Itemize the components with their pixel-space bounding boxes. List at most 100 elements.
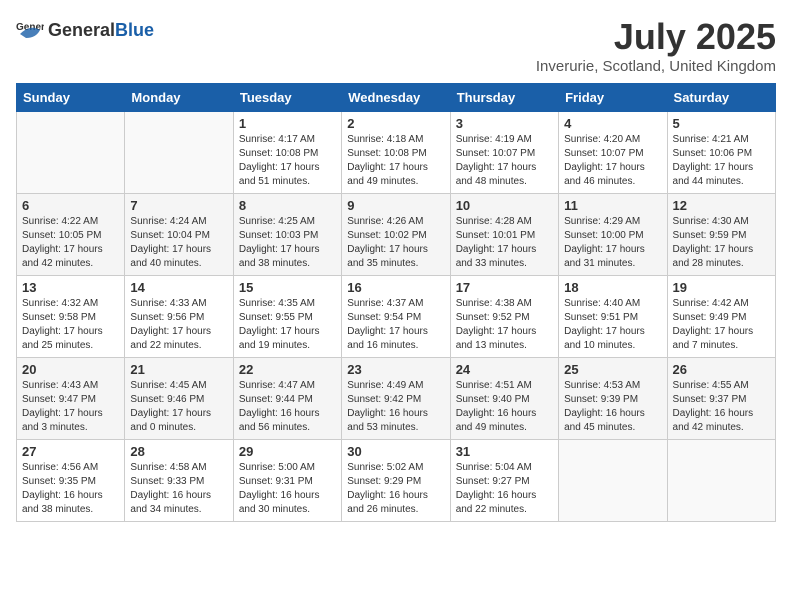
day-number: 27 xyxy=(22,444,119,459)
day-number: 24 xyxy=(456,362,553,377)
weekday-header-friday: Friday xyxy=(559,84,667,112)
day-info: Sunrise: 4:38 AM Sunset: 9:52 PM Dayligh… xyxy=(456,297,553,353)
day-number: 20 xyxy=(22,362,119,377)
day-info: Sunrise: 4:33 AM Sunset: 9:56 PM Dayligh… xyxy=(130,297,227,353)
day-number: 4 xyxy=(564,116,661,131)
calendar-cell: 29 Sunrise: 5:00 AM Sunset: 9:31 PM Dayli… xyxy=(233,440,341,522)
calendar-cell: 10 Sunrise: 4:28 AM Sunset: 10:01 PM Dayl… xyxy=(450,194,558,276)
day-info: Sunrise: 4:20 AM Sunset: 10:07 PM Daylig… xyxy=(564,133,661,189)
day-info: Sunrise: 5:00 AM Sunset: 9:31 PM Dayligh… xyxy=(239,461,336,517)
weekday-header-thursday: Thursday xyxy=(450,84,558,112)
day-info: Sunrise: 4:49 AM Sunset: 9:42 PM Dayligh… xyxy=(347,379,444,435)
calendar-cell: 8 Sunrise: 4:25 AM Sunset: 10:03 PM Dayli… xyxy=(233,194,341,276)
calendar-cell: 19 Sunrise: 4:42 AM Sunset: 9:49 PM Dayli… xyxy=(667,276,775,358)
day-number: 8 xyxy=(239,198,336,213)
weekday-header-saturday: Saturday xyxy=(667,84,775,112)
calendar-cell: 6 Sunrise: 4:22 AM Sunset: 10:05 PM Dayli… xyxy=(17,194,125,276)
day-info: Sunrise: 4:45 AM Sunset: 9:46 PM Dayligh… xyxy=(130,379,227,435)
day-number: 18 xyxy=(564,280,661,295)
day-number: 30 xyxy=(347,444,444,459)
logo-general: General xyxy=(48,20,115,40)
calendar-cell: 26 Sunrise: 4:55 AM Sunset: 9:37 PM Dayli… xyxy=(667,358,775,440)
logo-blue: Blue xyxy=(115,20,154,40)
calendar-cell: 22 Sunrise: 4:47 AM Sunset: 9:44 PM Dayli… xyxy=(233,358,341,440)
calendar-cell: 5Sunrise: 4:21 AM Sunset: 10:06 PM Dayli… xyxy=(667,112,775,194)
calendar-cell: 4 Sunrise: 4:20 AM Sunset: 10:07 PM Dayli… xyxy=(559,112,667,194)
location-title: Inverurie, Scotland, United Kingdom xyxy=(536,58,776,75)
day-info: Sunrise: 4:22 AM Sunset: 10:05 PM Daylig… xyxy=(22,215,119,271)
day-number: 3 xyxy=(456,116,553,131)
day-number: 17 xyxy=(456,280,553,295)
day-info: Sunrise: 4:43 AM Sunset: 9:47 PM Dayligh… xyxy=(22,379,119,435)
day-info: Sunrise: 4:56 AM Sunset: 9:35 PM Dayligh… xyxy=(22,461,119,517)
day-info: Sunrise: 4:40 AM Sunset: 9:51 PM Dayligh… xyxy=(564,297,661,353)
day-number: 22 xyxy=(239,362,336,377)
weekday-header-sunday: Sunday xyxy=(17,84,125,112)
day-number: 25 xyxy=(564,362,661,377)
calendar-cell xyxy=(667,440,775,522)
calendar-cell: 18 Sunrise: 4:40 AM Sunset: 9:51 PM Dayli… xyxy=(559,276,667,358)
day-number: 6 xyxy=(22,198,119,213)
day-number: 29 xyxy=(239,444,336,459)
day-number: 31 xyxy=(456,444,553,459)
weekday-header-tuesday: Tuesday xyxy=(233,84,341,112)
day-info: Sunrise: 4:21 AM Sunset: 10:06 PM Daylig… xyxy=(673,133,770,189)
calendar-cell: 21Sunrise: 4:45 AM Sunset: 9:46 PM Dayli… xyxy=(125,358,233,440)
calendar-cell: 3 Sunrise: 4:19 AM Sunset: 10:07 PM Dayli… xyxy=(450,112,558,194)
weekday-header-monday: Monday xyxy=(125,84,233,112)
day-info: Sunrise: 4:28 AM Sunset: 10:01 PM Daylig… xyxy=(456,215,553,271)
day-info: Sunrise: 4:55 AM Sunset: 9:37 PM Dayligh… xyxy=(673,379,770,435)
day-number: 13 xyxy=(22,280,119,295)
day-number: 26 xyxy=(673,362,770,377)
day-info: Sunrise: 4:24 AM Sunset: 10:04 PM Daylig… xyxy=(130,215,227,271)
day-number: 28 xyxy=(130,444,227,459)
day-info: Sunrise: 4:51 AM Sunset: 9:40 PM Dayligh… xyxy=(456,379,553,435)
title-area: July 2025 Inverurie, Scotland, United Ki… xyxy=(536,16,776,75)
day-number: 16 xyxy=(347,280,444,295)
calendar-cell: 11Sunrise: 4:29 AM Sunset: 10:00 PM Dayl… xyxy=(559,194,667,276)
day-number: 23 xyxy=(347,362,444,377)
calendar-cell: 9 Sunrise: 4:26 AM Sunset: 10:02 PM Dayli… xyxy=(342,194,450,276)
day-info: Sunrise: 4:30 AM Sunset: 9:59 PM Dayligh… xyxy=(673,215,770,271)
calendar-week-row: 27 Sunrise: 4:56 AM Sunset: 9:35 PM Dayli… xyxy=(17,440,776,522)
calendar-cell: 31Sunrise: 5:04 AM Sunset: 9:27 PM Dayli… xyxy=(450,440,558,522)
calendar-cell: 20 Sunrise: 4:43 AM Sunset: 9:47 PM Dayli… xyxy=(17,358,125,440)
calendar-week-row: 13 Sunrise: 4:32 AM Sunset: 9:58 PM Dayli… xyxy=(17,276,776,358)
weekday-header-row: SundayMondayTuesdayWednesdayThursdayFrid… xyxy=(17,84,776,112)
day-info: Sunrise: 4:32 AM Sunset: 9:58 PM Dayligh… xyxy=(22,297,119,353)
calendar-cell: 1Sunrise: 4:17 AM Sunset: 10:08 PM Dayli… xyxy=(233,112,341,194)
calendar-cell: 15Sunrise: 4:35 AM Sunset: 9:55 PM Dayli… xyxy=(233,276,341,358)
calendar-table: SundayMondayTuesdayWednesdayThursdayFrid… xyxy=(16,83,776,522)
day-info: Sunrise: 4:18 AM Sunset: 10:08 PM Daylig… xyxy=(347,133,444,189)
month-title: July 2025 xyxy=(536,16,776,58)
calendar-cell xyxy=(17,112,125,194)
day-number: 2 xyxy=(347,116,444,131)
day-info: Sunrise: 4:19 AM Sunset: 10:07 PM Daylig… xyxy=(456,133,553,189)
day-info: Sunrise: 4:37 AM Sunset: 9:54 PM Dayligh… xyxy=(347,297,444,353)
calendar-cell: 28 Sunrise: 4:58 AM Sunset: 9:33 PM Dayli… xyxy=(125,440,233,522)
calendar-cell: 13 Sunrise: 4:32 AM Sunset: 9:58 PM Dayli… xyxy=(17,276,125,358)
calendar-week-row: 6 Sunrise: 4:22 AM Sunset: 10:05 PM Dayli… xyxy=(17,194,776,276)
day-number: 9 xyxy=(347,198,444,213)
day-info: Sunrise: 4:17 AM Sunset: 10:08 PM Daylig… xyxy=(239,133,336,189)
calendar-cell: 12 Sunrise: 4:30 AM Sunset: 9:59 PM Dayli… xyxy=(667,194,775,276)
day-number: 12 xyxy=(673,198,770,213)
day-number: 7 xyxy=(130,198,227,213)
calendar-cell: 14 Sunrise: 4:33 AM Sunset: 9:56 PM Dayli… xyxy=(125,276,233,358)
calendar-cell: 2 Sunrise: 4:18 AM Sunset: 10:08 PM Dayli… xyxy=(342,112,450,194)
day-number: 10 xyxy=(456,198,553,213)
day-number: 14 xyxy=(130,280,227,295)
day-info: Sunrise: 4:26 AM Sunset: 10:02 PM Daylig… xyxy=(347,215,444,271)
calendar-cell: 23 Sunrise: 4:49 AM Sunset: 9:42 PM Dayli… xyxy=(342,358,450,440)
day-info: Sunrise: 4:47 AM Sunset: 9:44 PM Dayligh… xyxy=(239,379,336,435)
day-info: Sunrise: 4:58 AM Sunset: 9:33 PM Dayligh… xyxy=(130,461,227,517)
day-number: 19 xyxy=(673,280,770,295)
day-info: Sunrise: 4:25 AM Sunset: 10:03 PM Daylig… xyxy=(239,215,336,271)
calendar-cell: 24 Sunrise: 4:51 AM Sunset: 9:40 PM Dayli… xyxy=(450,358,558,440)
day-info: Sunrise: 4:35 AM Sunset: 9:55 PM Dayligh… xyxy=(239,297,336,353)
calendar-cell xyxy=(559,440,667,522)
calendar-cell: 27 Sunrise: 4:56 AM Sunset: 9:35 PM Dayli… xyxy=(17,440,125,522)
day-info: Sunrise: 4:42 AM Sunset: 9:49 PM Dayligh… xyxy=(673,297,770,353)
calendar-week-row: 1Sunrise: 4:17 AM Sunset: 10:08 PM Dayli… xyxy=(17,112,776,194)
day-info: Sunrise: 4:29 AM Sunset: 10:00 PM Daylig… xyxy=(564,215,661,271)
